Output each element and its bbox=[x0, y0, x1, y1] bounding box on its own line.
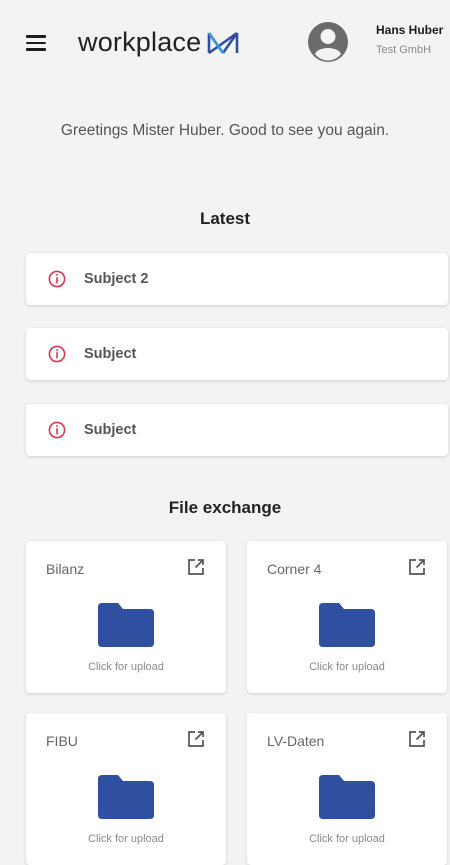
info-circle-icon bbox=[48, 270, 66, 288]
open-in-new-icon[interactable] bbox=[407, 557, 427, 577]
folder-icon bbox=[319, 775, 375, 819]
upload-hint: Click for upload bbox=[309, 661, 385, 673]
user-company: Test GmbH bbox=[376, 44, 432, 56]
latest-section-title: Latest bbox=[199, 209, 251, 228]
folder-icon bbox=[319, 603, 375, 647]
app-logo[interactable]: workplace bbox=[78, 24, 239, 60]
info-circle-icon bbox=[48, 421, 66, 439]
account-circle-icon[interactable] bbox=[307, 21, 349, 63]
folder-icon bbox=[98, 603, 154, 647]
logo-text: workplace bbox=[78, 26, 202, 57]
file-card-lv-daten[interactable]: LV-Daten Click for upload bbox=[247, 713, 447, 865]
file-card-name: Corner 4 bbox=[267, 561, 322, 577]
user-name: Hans Huber bbox=[376, 23, 444, 37]
file-card-name: Bilanz bbox=[46, 561, 85, 577]
open-in-new-icon[interactable] bbox=[407, 729, 427, 749]
latest-item[interactable]: Subject 2 bbox=[26, 253, 448, 305]
upload-hint: Click for upload bbox=[88, 833, 164, 845]
folder-icon bbox=[98, 775, 154, 819]
hamburger-menu-icon[interactable] bbox=[26, 34, 48, 52]
latest-item-label: Subject bbox=[84, 422, 137, 438]
latest-item[interactable]: Subject bbox=[26, 328, 448, 380]
greeting-text: Greetings Mister Huber. Good to see you … bbox=[60, 122, 390, 139]
upload-hint: Click for upload bbox=[88, 661, 164, 673]
file-card-bilanz[interactable]: Bilanz Click for upload bbox=[26, 541, 226, 693]
latest-item[interactable]: Subject bbox=[26, 404, 448, 456]
open-in-new-icon[interactable] bbox=[186, 557, 206, 577]
app-header: workplace Hans Huber Test GmbH bbox=[0, 0, 450, 88]
latest-item-label: Subject 2 bbox=[84, 271, 149, 287]
info-circle-icon bbox=[48, 345, 66, 363]
file-card-corner-4[interactable]: Corner 4 Click for upload bbox=[247, 541, 447, 693]
upload-hint: Click for upload bbox=[309, 833, 385, 845]
file-card-name: LV-Daten bbox=[267, 733, 325, 749]
open-in-new-icon[interactable] bbox=[186, 729, 206, 749]
file-card-name: FIBU bbox=[46, 733, 78, 749]
latest-item-label: Subject bbox=[84, 346, 137, 362]
file-exchange-section-title: File exchange bbox=[168, 498, 282, 517]
file-card-fibu[interactable]: FIBU Click for upload bbox=[26, 713, 226, 865]
logo-mark-icon bbox=[208, 31, 239, 55]
